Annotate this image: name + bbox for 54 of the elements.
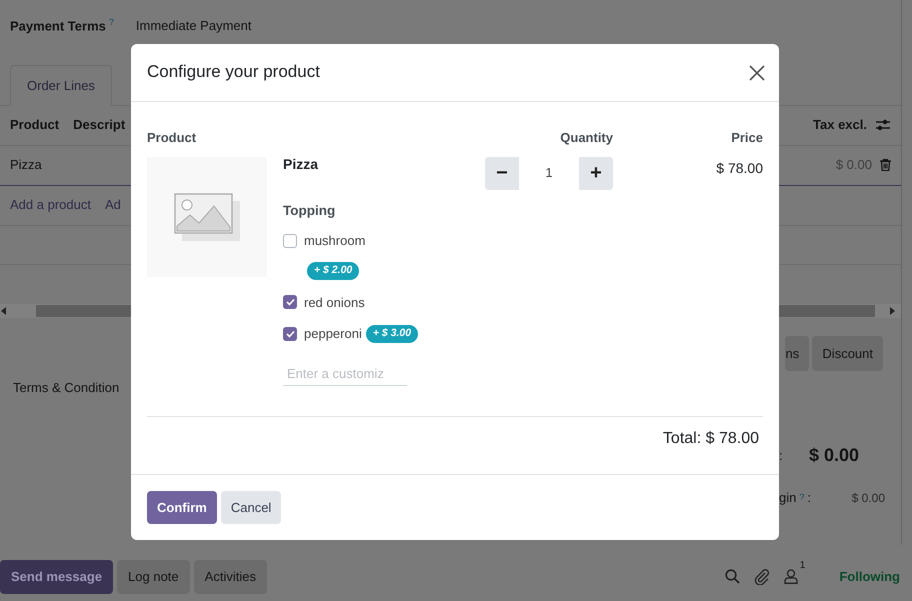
- table-cell-text: $ 0.00: [836, 156, 872, 174]
- help-mark[interactable]: ?: [799, 490, 804, 504]
- action-button[interactable]: Discount: [812, 336, 883, 371]
- chatter-button[interactable]: Send message: [0, 560, 114, 594]
- total-label: :: [807, 488, 811, 507]
- dialog-title: Configure your product: [147, 62, 320, 83]
- price-value: $ 78.00: [716, 158, 763, 178]
- product-name: Pizza: [283, 155, 320, 174]
- total-value: $ 0.00: [852, 490, 885, 506]
- field-value: Immediate Payment: [136, 17, 252, 35]
- checkbox[interactable]: [283, 294, 297, 309]
- sliders-icon[interactable]: [875, 118, 891, 132]
- terms-label: Terms & Condition: [13, 379, 120, 397]
- follower-count: 1: [800, 559, 806, 573]
- chatter-button[interactable]: Activities: [194, 560, 267, 594]
- add-link[interactable]: Add a product: [10, 195, 91, 215]
- paperclip-icon[interactable]: [754, 568, 770, 585]
- total-label: :: [779, 446, 783, 465]
- column-header: Descript: [73, 116, 126, 134]
- total-text: Total: $ 78.00: [662, 430, 759, 447]
- trash-icon[interactable]: [880, 159, 891, 171]
- column-header: Quantity: [560, 129, 613, 147]
- field-label: Payment Terms: [10, 18, 106, 34]
- option-label: red onions: [304, 294, 365, 312]
- search-icon[interactable]: [724, 569, 740, 584]
- check-icon: [286, 298, 294, 306]
- checkbox[interactable]: [283, 326, 297, 341]
- table-cell-text: Pizza: [10, 156, 42, 174]
- action-button[interactable]: ns: [785, 336, 810, 371]
- total-value: $ 0.00: [808, 444, 859, 467]
- scroll-left-icon[interactable]: [1, 306, 7, 314]
- checkbox[interactable]: [283, 234, 297, 248]
- help-mark[interactable]: ?: [108, 17, 114, 27]
- chatter-button[interactable]: Log note: [117, 560, 190, 594]
- cancel-button[interactable]: Cancel: [220, 490, 282, 524]
- check-icon: [286, 330, 294, 338]
- confirm-button[interactable]: Confirm: [147, 490, 217, 524]
- scroll-right-icon[interactable]: [889, 306, 895, 314]
- price-extra-badge: + $ 2.00: [307, 262, 360, 280]
- quantity-field[interactable]: 1: [519, 156, 579, 190]
- tab[interactable]: Order Lines: [10, 65, 112, 106]
- close-icon[interactable]: [749, 64, 765, 80]
- column-header: Product: [147, 129, 198, 147]
- total-label: gin: [779, 488, 796, 507]
- column-header: Product: [10, 116, 60, 134]
- price-extra-badge: + $ 3.00: [366, 324, 418, 343]
- column-header: Price: [731, 129, 763, 147]
- column-header: Tax excl.: [813, 116, 867, 134]
- person-icon[interactable]: [784, 569, 798, 584]
- attribute-label: Topping: [283, 202, 336, 220]
- add-link[interactable]: Ad: [104, 195, 121, 215]
- option-label: mushroom: [304, 232, 366, 250]
- option-label: pepperoni: [304, 325, 362, 343]
- follow-button[interactable]: Following: [839, 567, 900, 586]
